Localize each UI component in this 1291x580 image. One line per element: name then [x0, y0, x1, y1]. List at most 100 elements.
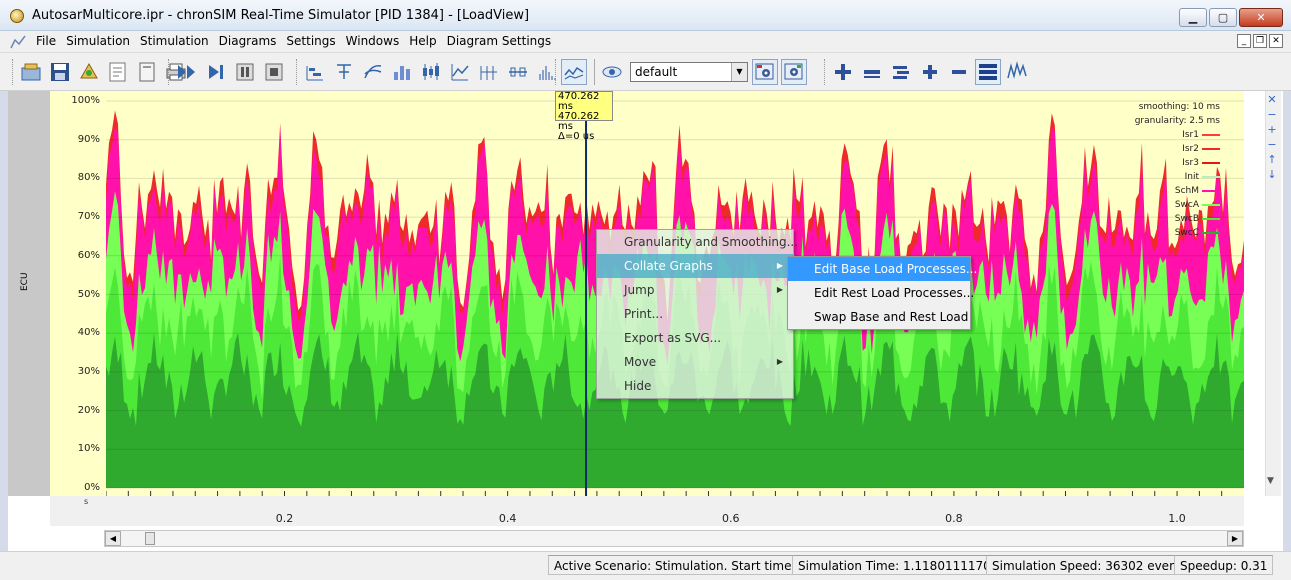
submenu-item-swap-base-and-rest-load[interactable]: Swap Base and Rest Load	[788, 305, 970, 329]
scroll-left-icon[interactable]: ◀	[105, 531, 121, 546]
menu-items: File Simulation Stimulation Diagrams Setting…	[31, 34, 556, 48]
up-icon[interactable]: ↑	[1265, 153, 1279, 167]
scroll-thumb[interactable]	[145, 532, 155, 545]
menu-diagram-settings[interactable]: Diagram Settings	[442, 34, 557, 48]
menu-bar: File Simulation Stimulation Diagrams Setting…	[0, 31, 1291, 53]
pause-icon[interactable]	[232, 59, 258, 85]
report-icon[interactable]	[134, 59, 160, 85]
zoom-in-icon[interactable]	[830, 59, 856, 85]
legend-item: Isr3	[1120, 156, 1220, 170]
load-view-icon[interactable]	[561, 59, 587, 85]
settings-wizard-icon[interactable]	[105, 59, 131, 85]
toolbar-grip	[168, 59, 171, 85]
context-item-label: Collate Graphs	[624, 259, 713, 273]
close-chart-icon[interactable]: ✕	[1265, 93, 1279, 107]
toolbar-grip	[555, 59, 558, 85]
chevron-down-icon[interactable]: ▼	[731, 63, 747, 81]
wave-icon[interactable]	[1004, 59, 1030, 85]
legend-swatch	[1202, 232, 1220, 234]
menu-diagrams[interactable]: Diagrams	[214, 34, 282, 48]
config-icon-2[interactable]	[781, 59, 807, 85]
context-item-label: Export as SVG...	[624, 331, 722, 345]
context-menu: Granularity and Smoothing... Collate Grap…	[596, 229, 798, 399]
menu-stimulation[interactable]: Stimulation	[135, 34, 214, 48]
y-tick-label: 10%	[77, 443, 100, 455]
scroll-right-icon[interactable]: ▶	[1227, 531, 1243, 546]
legend-item: SwcB	[1120, 212, 1220, 226]
flow-icon[interactable]	[360, 59, 386, 85]
legend-label: Isr3	[1182, 158, 1199, 168]
context-item-collate-graphs[interactable]: Collate Graphs ▶	[597, 254, 793, 278]
toolbar-group-view	[824, 57, 1033, 87]
menu-windows[interactable]: Windows	[341, 34, 405, 48]
list-icon[interactable]	[975, 59, 1001, 85]
sequence-icon[interactable]	[476, 59, 502, 85]
mdi-close-button[interactable]: ✕	[1269, 34, 1283, 48]
cursor-delta: Δ=0 us	[558, 131, 595, 142]
context-item-print[interactable]: Print...	[597, 302, 793, 326]
eye-icon[interactable]	[599, 59, 625, 85]
menu-settings[interactable]: Settings	[281, 34, 340, 48]
submenu-arrow-icon: ▶	[776, 285, 783, 294]
stop-icon[interactable]	[261, 59, 287, 85]
export-icon[interactable]	[76, 59, 102, 85]
down-icon[interactable]: ↓	[1265, 168, 1279, 182]
gantt-icon[interactable]	[302, 59, 328, 85]
x-tick-label: 0.8	[945, 512, 963, 525]
legend: smoothing: 10 ms granularity: 2.5 ms Isr1 I…	[1120, 100, 1220, 240]
mdi-restore-button[interactable]: ❐	[1253, 34, 1267, 48]
bar-chart-icon[interactable]	[389, 59, 415, 85]
mdi-controls: _ ❐ ✕	[1237, 34, 1283, 48]
y-tick-label: 60%	[77, 249, 100, 261]
context-item-granularity-and-smoothing[interactable]: Granularity and Smoothing...	[597, 230, 798, 254]
zoom-out-icon[interactable]	[859, 59, 885, 85]
horizontal-scrollbar[interactable]: ◀ ▶	[104, 530, 1244, 547]
config-icon[interactable]	[752, 59, 778, 85]
context-item-move[interactable]: Move ▶	[597, 350, 793, 374]
fast-forward-icon[interactable]	[174, 59, 200, 85]
preset-select[interactable]: default ▼	[630, 62, 748, 82]
minus-icon-2[interactable]: −	[1265, 138, 1279, 152]
legend-swatch	[1202, 218, 1220, 220]
menu-help[interactable]: Help	[404, 34, 441, 48]
legend-header: smoothing: 10 ms	[1138, 102, 1220, 112]
legend-label: Init	[1184, 172, 1199, 182]
legend-label: SchM	[1174, 186, 1199, 196]
tree-icon[interactable]	[331, 59, 357, 85]
close-button[interactable]: ✕	[1239, 8, 1283, 27]
y-tick-label: 100%	[71, 95, 100, 106]
menu-simulation[interactable]: Simulation	[61, 34, 135, 48]
step-forward-icon[interactable]	[203, 59, 229, 85]
scroll-down-icon[interactable]: ▼	[1267, 476, 1274, 486]
open-project-icon[interactable]	[18, 59, 44, 85]
context-item-jump[interactable]: Jump ▶	[597, 278, 793, 302]
vertical-scrollbar[interactable]: ✕ − + − ↑ ↓ ▼	[1265, 91, 1281, 496]
line-chart-icon[interactable]	[447, 59, 473, 85]
context-item-label: Jump	[624, 283, 655, 297]
menu-file[interactable]: File	[31, 34, 61, 48]
y-tick-label: 40%	[77, 327, 100, 339]
minimize-button[interactable]: ▁	[1179, 8, 1207, 27]
remove-icon[interactable]	[946, 59, 972, 85]
y-tick-label: 20%	[77, 404, 100, 416]
candle-icon[interactable]	[418, 59, 444, 85]
y-axis-label: ECU	[20, 272, 30, 291]
save-icon[interactable]	[47, 59, 73, 85]
legend-swatch	[1202, 148, 1220, 150]
timeline-icon[interactable]	[505, 59, 531, 85]
context-item-hide[interactable]: Hide	[597, 374, 793, 398]
submenu-item-edit-rest-load-processes[interactable]: Edit Rest Load Processes...	[788, 281, 974, 305]
align-icon[interactable]	[888, 59, 914, 85]
plus-icon[interactable]: +	[1265, 123, 1279, 137]
context-item-export-as-svg[interactable]: Export as SVG...	[597, 326, 793, 350]
legend-item: SchM	[1120, 184, 1220, 198]
y-tick-label: 80%	[77, 172, 100, 184]
toolbar-group-load: default ▼	[555, 57, 810, 87]
y-tick-label: 50%	[77, 288, 100, 300]
minus-icon[interactable]: −	[1265, 108, 1279, 122]
add-icon[interactable]	[917, 59, 943, 85]
maximize-button[interactable]: ▢	[1209, 8, 1237, 27]
mdi-minimize-button[interactable]: _	[1237, 34, 1251, 48]
submenu-item-edit-base-load-processes[interactable]: Edit Base Load Processes...	[788, 257, 977, 281]
x-tick-label: 1.0	[1168, 512, 1186, 525]
